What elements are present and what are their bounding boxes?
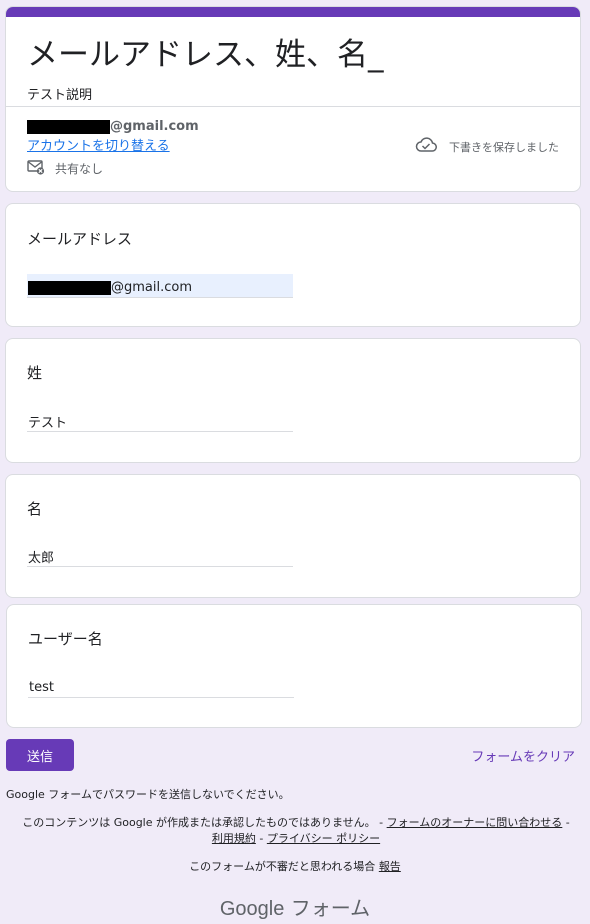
report-link[interactable]: 報告: [379, 860, 401, 873]
draft-saved-status: 下書きを保存しました: [415, 137, 559, 156]
account-email-suffix: @gmail.com: [110, 119, 199, 134]
clear-form-button[interactable]: フォームをクリア: [471, 746, 575, 765]
brand-forms: フォーム: [284, 896, 371, 920]
cloud-saved-icon: [415, 137, 449, 156]
contact-owner-link[interactable]: フォームのオーナーに問い合わせる: [387, 816, 563, 829]
submit-button[interactable]: 送信: [6, 739, 74, 771]
redacted-email-prefix: [27, 119, 110, 134]
disclaimer: このコンテンツは Google が作成または承認したものではありません。 - フ…: [20, 815, 572, 847]
question-card-last-name: 姓 テスト: [5, 338, 581, 463]
mail-no-share-icon: [27, 159, 55, 178]
question-label: 名: [27, 500, 43, 518]
last-name-answer-field[interactable]: テスト: [27, 408, 293, 432]
password-warning: Google フォームでパスワードを送信しないでください。: [6, 788, 290, 801]
question-label: 姓: [27, 364, 43, 382]
account-email: @gmail.com: [27, 119, 199, 134]
privacy-link[interactable]: プライバシー ポリシー: [267, 832, 380, 845]
report-line: このフォームが不審だと思われる場合 報告: [0, 858, 590, 874]
question-card-username: ユーザー名 test: [6, 604, 582, 728]
username-answer-field[interactable]: test: [28, 674, 294, 698]
question-label: メールアドレス: [27, 230, 133, 248]
email-answer-suffix: @gmail.com: [111, 280, 193, 295]
brand-google: Google: [219, 898, 285, 920]
header-divider: [6, 106, 580, 107]
separator: -: [562, 816, 570, 829]
header-accent-bar: [6, 7, 580, 17]
draft-saved-text: 下書きを保存しました: [449, 140, 559, 154]
disclaimer-text: このコンテンツは Google が作成または承認したものではありません。 -: [22, 816, 387, 829]
share-status: 共有なし: [27, 159, 103, 178]
share-status-text: 共有なし: [55, 162, 104, 176]
form-description: テスト説明: [27, 88, 93, 103]
report-prefix: このフォームが不審だと思われる場合: [189, 860, 379, 873]
google-forms-logo[interactable]: Google フォーム: [0, 892, 590, 921]
terms-link[interactable]: 利用規約: [212, 832, 256, 845]
question-card-first-name: 名 太郎: [5, 474, 581, 598]
redacted-email-prefix: [28, 280, 111, 295]
question-label: ユーザー名: [28, 630, 103, 648]
separator: -: [255, 832, 267, 845]
email-answer-field[interactable]: @gmail.com: [27, 274, 293, 298]
form-title: メールアドレス、姓、名_: [27, 37, 384, 73]
switch-account-link[interactable]: アカウントを切り替える: [27, 135, 170, 154]
question-card-email: メールアドレス @gmail.com: [5, 203, 581, 327]
first-name-answer-field[interactable]: 太郎: [27, 543, 293, 567]
form-header-card: メールアドレス、姓、名_ テスト説明 @gmail.com アカウントを切り替え…: [5, 6, 581, 192]
